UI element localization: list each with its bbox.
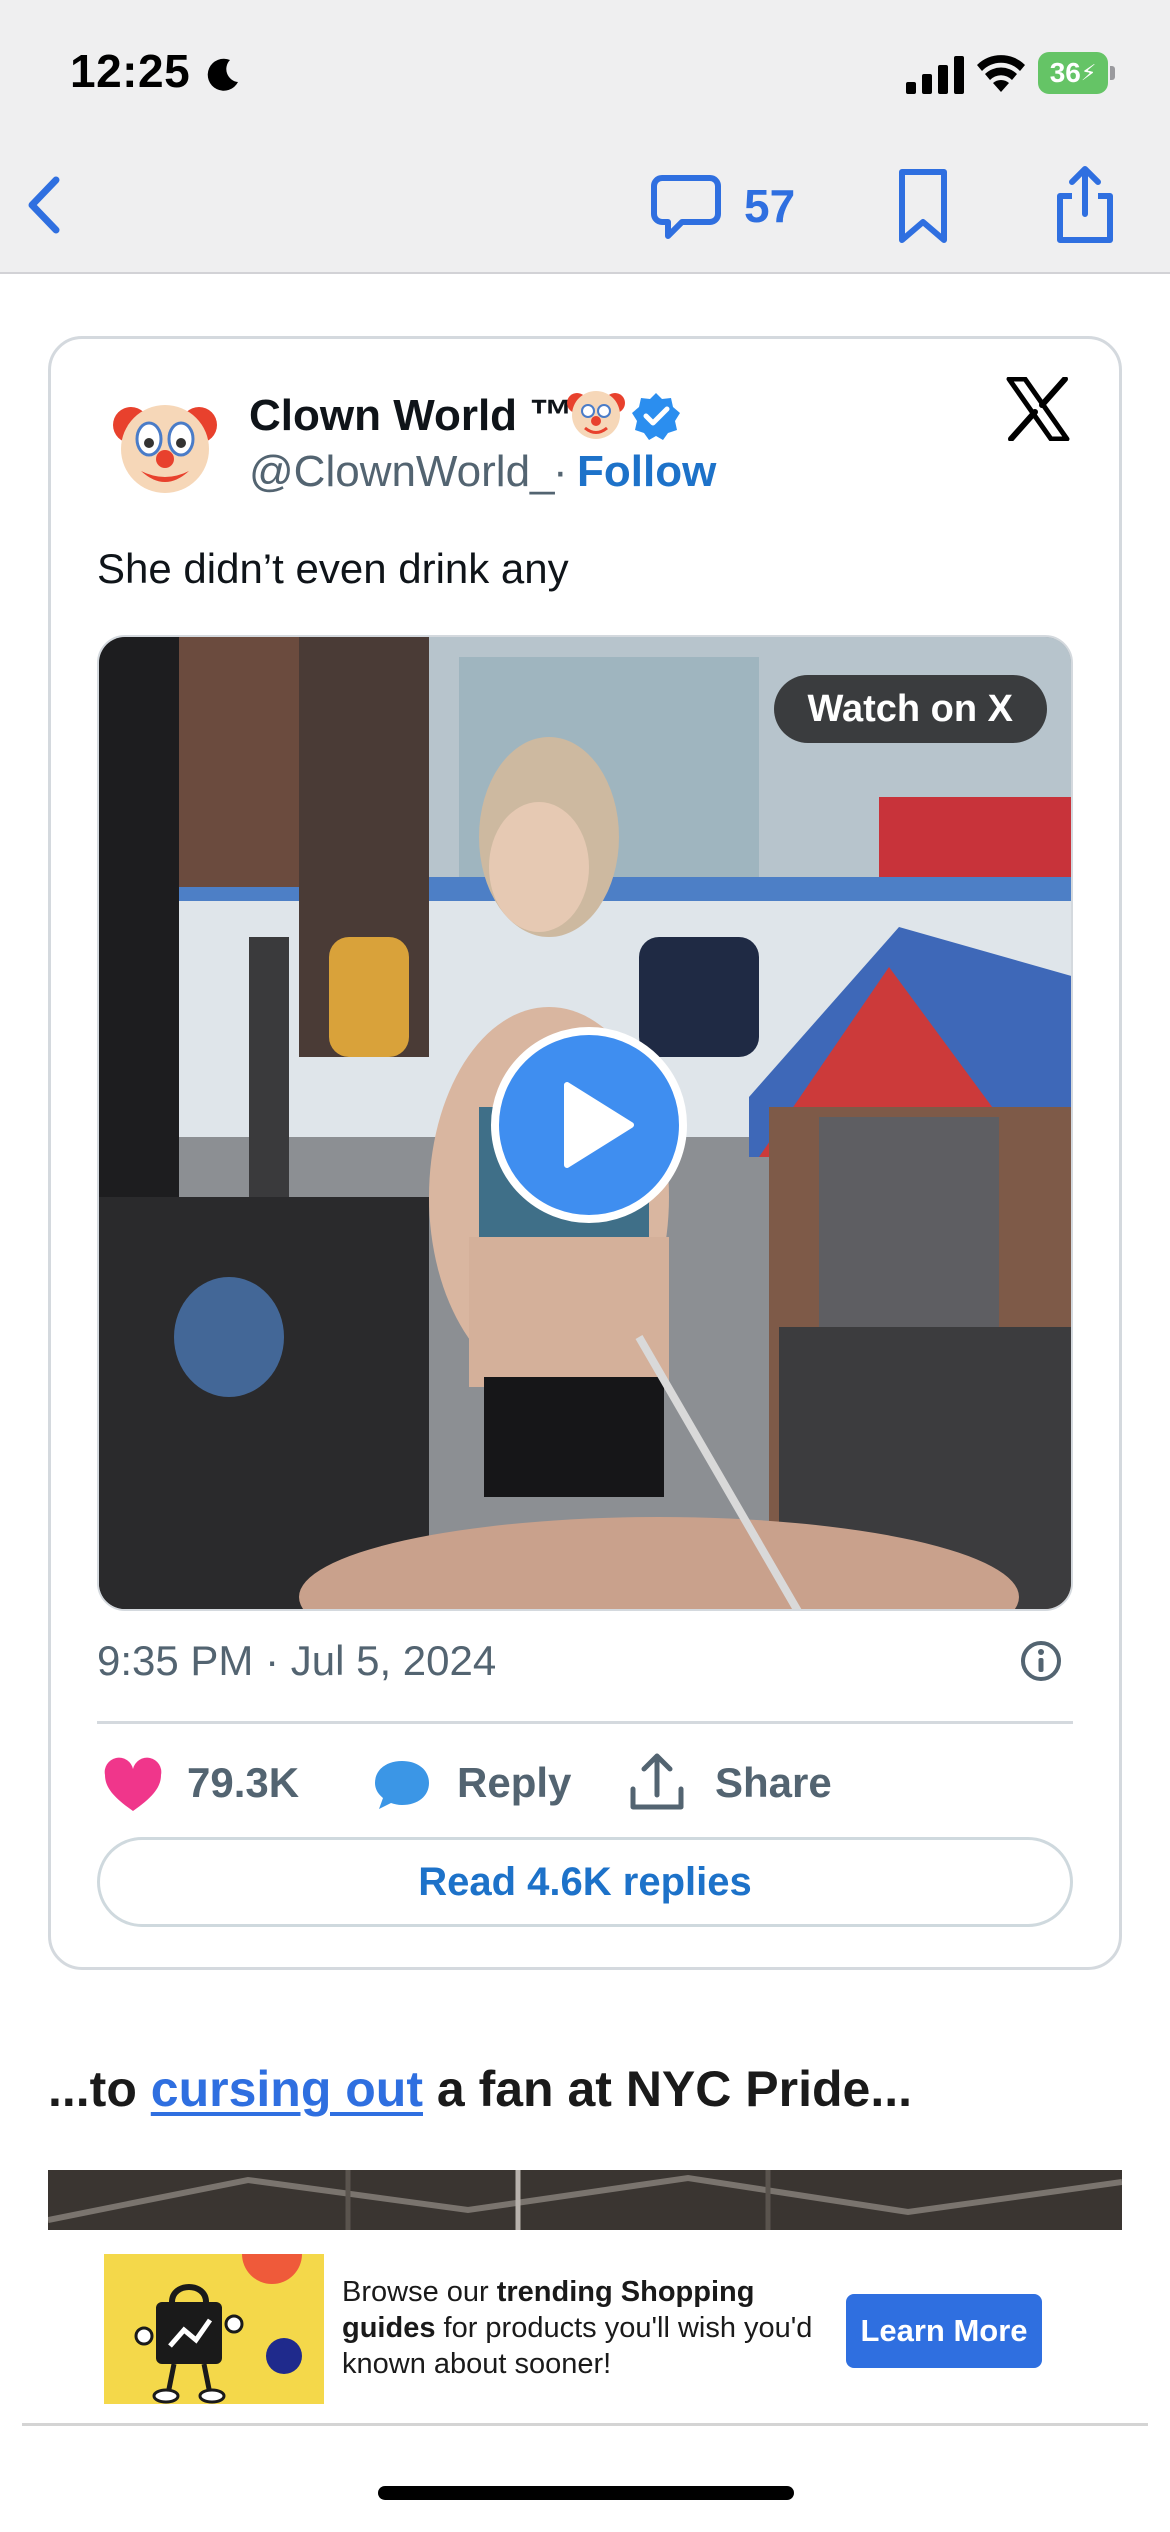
tweet-text: She didn’t even drink any (97, 545, 569, 592)
tweet-timestamp[interactable]: 9:35 PM · Jul 5, 2024 (97, 1637, 496, 1685)
home-indicator[interactable] (378, 2486, 794, 2500)
author-handle[interactable]: @ClownWorld_ (249, 447, 555, 497)
share-upload-icon[interactable] (629, 1751, 685, 1813)
bolt-icon: ⚡ (1080, 60, 1097, 85)
follow-link[interactable]: Follow (577, 447, 716, 497)
moon-icon (207, 58, 238, 91)
read-replies-button[interactable]: Read 4.6K replies (97, 1837, 1073, 1927)
comment-count: 57 (744, 180, 796, 232)
comments-button[interactable]: 57 (648, 166, 795, 246)
ad-copy: Browse our trending Shopping guides for … (342, 2274, 852, 2382)
battery-level: 36 ⚡ (1038, 52, 1108, 94)
cursing-out-link[interactable]: cursing out (151, 2061, 423, 2117)
play-button[interactable] (491, 1027, 687, 1223)
clown-emoji-icon (567, 391, 625, 439)
battery-cap (1110, 66, 1115, 80)
watch-on-x-button[interactable]: Watch on X (773, 675, 1047, 743)
heart-icon[interactable] (103, 1757, 163, 1817)
article-suffix: a fan at NYC Pride... (422, 2061, 912, 2117)
battery-indicator: 36 ⚡ (1038, 52, 1115, 94)
share-button[interactable]: Share (715, 1759, 832, 1807)
article-image-graphic (48, 2170, 1122, 2234)
shopping-bag-illustration (104, 2254, 324, 2404)
author-name[interactable]: Clown World ™ (249, 391, 573, 441)
info-icon[interactable] (1019, 1639, 1063, 1683)
reply-bubble-icon[interactable] (373, 1755, 431, 1813)
article-prefix: ...to (48, 2061, 151, 2117)
handle-separator: · (553, 447, 568, 496)
card-divider (97, 1721, 1073, 1724)
tweet-embed-card[interactable]: Clown World ™ @ClownWorld_ · Follow She … (48, 336, 1122, 1970)
battery-text: 36 (1049, 57, 1081, 88)
ad-text-pre: Browse our (342, 2276, 497, 2308)
like-count[interactable]: 79.3K (187, 1759, 299, 1807)
verified-badge-icon (632, 393, 680, 440)
ad-inner: Browse our trending Shopping guides for … (22, 2230, 1148, 2424)
reply-button[interactable]: Reply (457, 1759, 571, 1807)
article-paragraph: ...to cursing out a fan at NYC Pride... (48, 2060, 912, 2118)
tweet-video[interactable]: Watch on X (97, 635, 1073, 1611)
bookmark-icon[interactable] (892, 166, 954, 246)
article-image (48, 2170, 1122, 2234)
wifi-icon (977, 55, 1025, 92)
ad-banner[interactable]: Browse our trending Shopping guides for … (22, 2230, 1148, 2426)
back-chevron-icon[interactable] (20, 170, 70, 240)
comment-icon (651, 175, 721, 239)
play-icon (564, 1082, 634, 1168)
top-chrome: 12:25 36 ⚡ 57 (0, 0, 1170, 274)
status-time: 12:25 (70, 45, 191, 97)
learn-more-button[interactable]: Learn More (846, 2294, 1042, 2368)
signal-icon (906, 56, 964, 94)
x-logo-icon[interactable] (1005, 377, 1071, 441)
clown-avatar-icon[interactable] (109, 389, 221, 501)
share-icon[interactable] (1050, 164, 1120, 246)
